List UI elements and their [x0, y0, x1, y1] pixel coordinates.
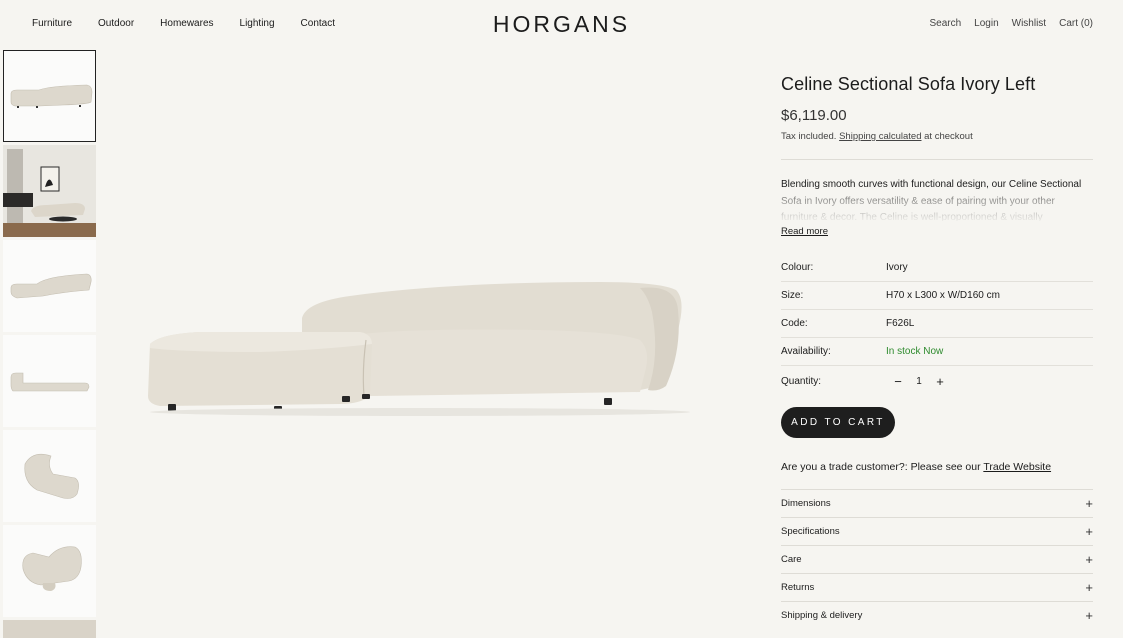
- sofa-angle-image: [10, 273, 92, 299]
- thumbnail-7[interactable]: [3, 620, 96, 638]
- product-price: $6,119.00: [781, 107, 847, 124]
- account-nav: Search Login Wishlist Cart (0): [916, 18, 1093, 29]
- accordion-label: Returns: [781, 582, 815, 593]
- spec-label: Colour:: [781, 262, 814, 273]
- search-link[interactable]: Search: [929, 18, 961, 29]
- site-header: Furniture Outdoor Homewares Lighting Con…: [0, 0, 1123, 48]
- tax-suffix: at checkout: [924, 131, 973, 142]
- spec-label: Size:: [781, 290, 804, 301]
- accordion-shipping[interactable]: Shipping & delivery +: [781, 601, 1093, 629]
- spec-size: Size: H70 x L300 x W/D160 cm: [781, 282, 1093, 310]
- accordion-label: Specifications: [781, 526, 840, 537]
- thumbnail-1[interactable]: [3, 50, 96, 142]
- cart-link[interactable]: Cart (0): [1059, 18, 1093, 29]
- accordion-label: Shipping & delivery: [781, 610, 863, 621]
- availability-status: In stock Now: [886, 346, 944, 357]
- plus-icon[interactable]: +: [933, 374, 947, 389]
- spec-availability: Availability: In stock Now: [781, 338, 1093, 366]
- accordion-dimensions[interactable]: Dimensions +: [781, 489, 1093, 517]
- product-description: Blending smooth curves with functional d…: [781, 177, 1093, 221]
- wishlist-link[interactable]: Wishlist: [1012, 18, 1046, 29]
- login-link[interactable]: Login: [974, 18, 998, 29]
- spec-value: F626L: [886, 318, 915, 329]
- main-product-image: [120, 240, 700, 440]
- spec-colour: Colour: Ivory: [781, 254, 1093, 282]
- thumbnail-4[interactable]: [3, 335, 96, 427]
- sofa-top-image: [24, 453, 79, 499]
- thumbnail-6[interactable]: [3, 525, 96, 617]
- plus-icon[interactable]: +: [1085, 580, 1093, 595]
- accordion-label: Dimensions: [781, 498, 831, 509]
- accordion-returns[interactable]: Returns +: [781, 573, 1093, 601]
- minus-icon[interactable]: −: [891, 374, 905, 389]
- accordion-label: Care: [781, 554, 802, 565]
- trade-website-link[interactable]: Trade Website: [983, 461, 1051, 473]
- read-more-link[interactable]: Read more: [781, 226, 828, 237]
- quantity-label: Quantity:: [781, 375, 822, 387]
- product-info-panel: Celine Sectional Sofa Ivory Left $6,119.…: [781, 74, 1093, 629]
- thumbnail-5[interactable]: [3, 430, 96, 522]
- plus-icon[interactable]: +: [1085, 552, 1093, 567]
- sofa-side-image: [10, 84, 93, 108]
- thumbnail-2[interactable]: [3, 145, 96, 237]
- thumbnail-3[interactable]: [3, 240, 96, 332]
- accordion-list: Dimensions + Specifications + Care + Ret…: [781, 489, 1093, 629]
- tax-prefix: Tax included.: [781, 131, 837, 142]
- accordion-specifications[interactable]: Specifications +: [781, 517, 1093, 545]
- product-title: Celine Sectional Sofa Ivory Left: [781, 74, 1036, 94]
- tax-note: Tax included. Shipping calculated at che…: [781, 131, 1093, 142]
- sofa-back-image: [22, 546, 82, 591]
- accordion-care[interactable]: Care +: [781, 545, 1093, 573]
- trade-note: Are you a trade customer?: Please see ou…: [781, 461, 1093, 473]
- shipping-link[interactable]: Shipping calculated: [839, 131, 921, 142]
- divider: [781, 159, 1093, 160]
- spec-code: Code: F626L: [781, 310, 1093, 338]
- spec-label: Code:: [781, 318, 808, 329]
- spec-value: H70 x L300 x W/D160 cm: [886, 290, 1000, 301]
- spec-table: Colour: Ivory Size: H70 x L300 x W/D160 …: [781, 254, 1093, 396]
- trade-text: Are you a trade customer?: Please see ou…: [781, 461, 981, 473]
- sofa-front-image: [10, 372, 90, 392]
- add-to-cart-button[interactable]: ADD TO CART: [781, 407, 895, 438]
- plus-icon[interactable]: +: [1085, 608, 1093, 623]
- quantity-row: Quantity: − 1 +: [781, 366, 1093, 396]
- spec-label: Availability:: [781, 346, 831, 357]
- sofa-main-image: [148, 282, 690, 416]
- room-scene-image: [3, 145, 96, 237]
- spec-value: Ivory: [886, 262, 908, 273]
- plus-icon[interactable]: +: [1085, 524, 1093, 539]
- plus-icon[interactable]: +: [1085, 496, 1093, 511]
- thumbnail-gallery: [3, 50, 97, 638]
- quantity-value[interactable]: 1: [905, 376, 933, 387]
